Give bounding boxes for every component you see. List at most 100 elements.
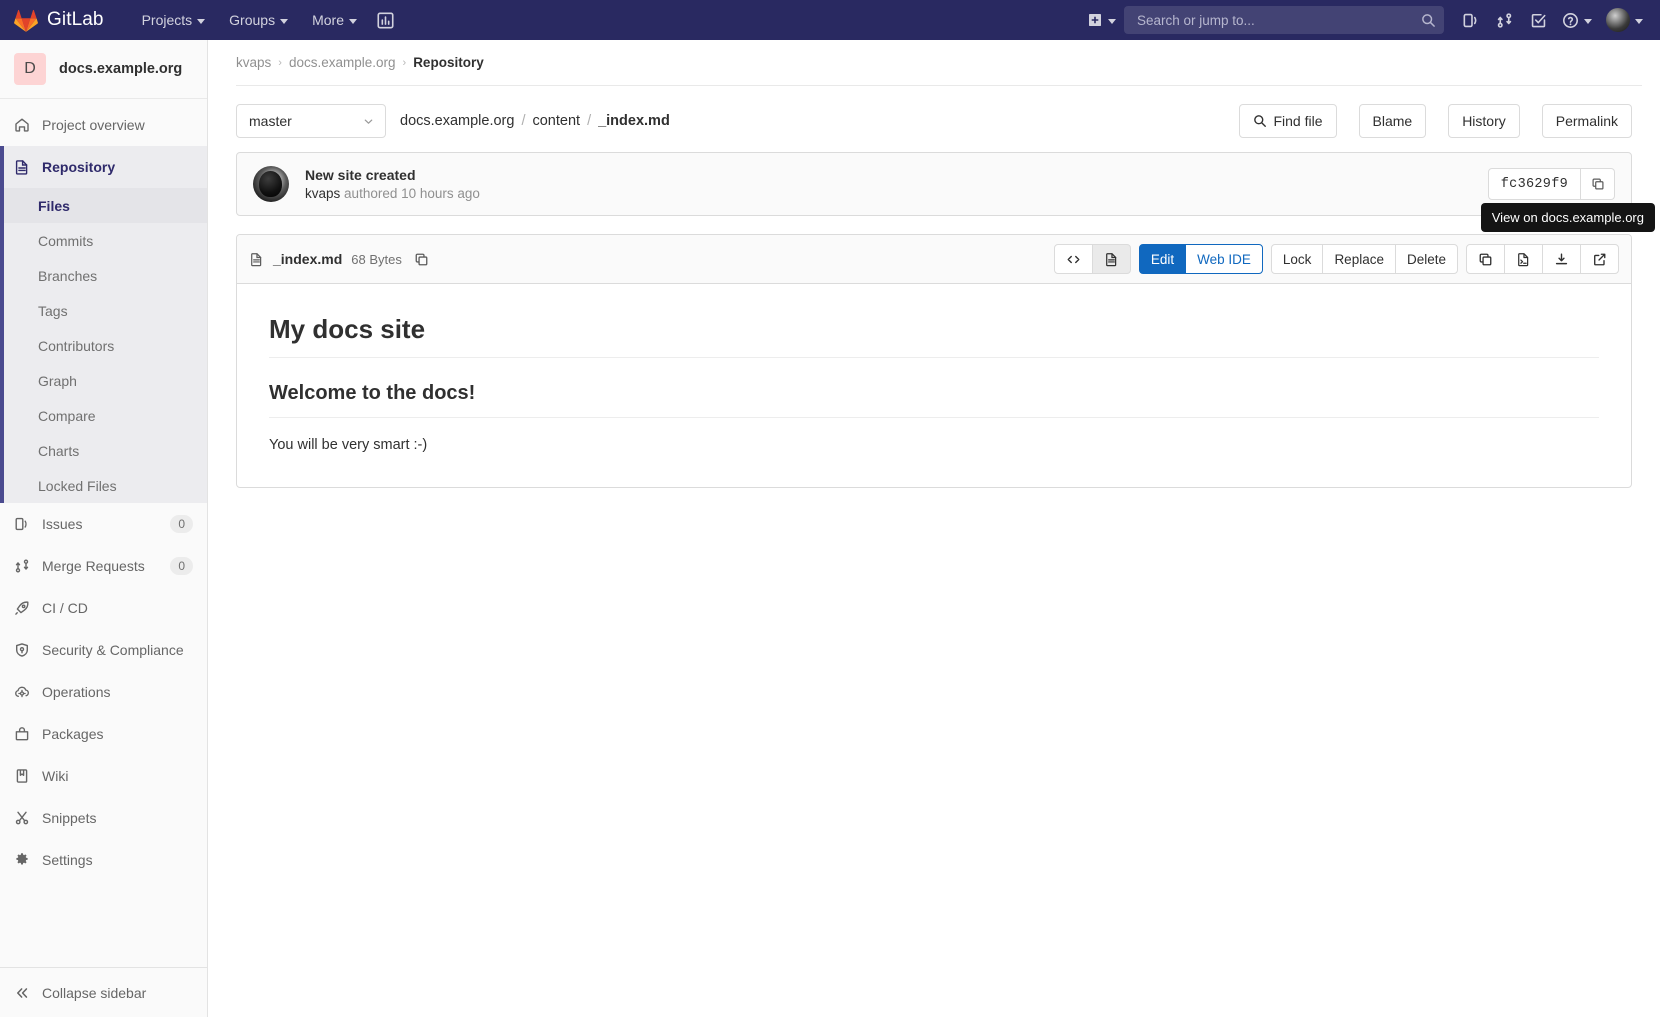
sidebar-item-operations[interactable]: Operations — [0, 671, 207, 713]
open-raw-button[interactable] — [1504, 244, 1543, 274]
chevron-down-icon — [197, 18, 206, 24]
chevron-down-icon — [349, 18, 357, 24]
sidebar-item-security-compliance[interactable]: Security & Compliance — [0, 629, 207, 671]
sidebar-subitem-compare[interactable]: Compare — [0, 398, 207, 433]
rendered-view-toggle[interactable] — [1091, 244, 1131, 274]
sidebar-subitem-charts[interactable]: Charts — [0, 433, 207, 468]
sidebar-subitem-commits[interactable]: Commits — [0, 223, 207, 258]
blame-button[interactable]: Blame — [1358, 104, 1427, 138]
markdown-heading-2: Welcome to the docs! — [269, 380, 1599, 419]
sidebar-subitem-branches[interactable]: Branches — [0, 258, 207, 293]
source-view-toggle[interactable] — [1053, 244, 1093, 274]
replace-button[interactable]: Replace — [1322, 244, 1396, 274]
history-button[interactable]: History — [1448, 104, 1520, 138]
external-link-button[interactable] — [1580, 244, 1619, 274]
chevron-down-icon — [1635, 18, 1643, 24]
user-menu[interactable] — [1600, 4, 1649, 36]
issues-checkbox-icon[interactable] — [1522, 4, 1554, 36]
nav-item-groups[interactable]: Groups — [217, 0, 300, 40]
download-button[interactable] — [1542, 244, 1581, 274]
search-icon — [1421, 13, 1436, 28]
sidebar-item-ci-cd[interactable]: CI / CD — [0, 587, 207, 629]
nav-item-more[interactable]: More — [300, 0, 369, 40]
web-ide-button[interactable]: Web IDE — [1185, 244, 1263, 274]
file-toolbar-row: master docs.example.org / content / _ind… — [236, 86, 1632, 152]
sidebar-item-project-overview[interactable]: Project overview — [0, 104, 207, 146]
raw-file-icon — [1516, 252, 1531, 267]
sidebar-subitem-graph[interactable]: Graph — [0, 363, 207, 398]
breadcrumb-separator: › — [402, 56, 407, 69]
path-part-folder[interactable]: content — [532, 113, 580, 129]
file-path-breadcrumb: docs.example.org / content / _index.md — [400, 113, 670, 129]
sidebar-subitem-files[interactable]: Files — [0, 188, 207, 223]
path-part-file: _index.md — [598, 113, 670, 129]
delete-button[interactable]: Delete — [1394, 244, 1458, 274]
sidebar-item-label: Issues — [42, 516, 83, 532]
sidebar-item-label: Security & Compliance — [42, 642, 184, 658]
primary-nav-links: Projects Groups More — [130, 0, 401, 40]
chevron-down-icon — [280, 18, 289, 24]
sidebar-item-merge-requests[interactable]: Merge Requests 0 — [0, 545, 207, 587]
path-separator: / — [521, 113, 526, 129]
gitlab-logo-link[interactable]: GitLab — [14, 9, 104, 32]
nav-more-label: More — [312, 12, 344, 28]
commit-author[interactable]: kvaps — [305, 186, 340, 201]
copy-sha-button[interactable] — [1581, 168, 1615, 200]
home-icon — [14, 117, 30, 133]
chevron-down-icon — [1584, 18, 1592, 24]
breadcrumb-item-project[interactable]: docs.example.org — [289, 55, 396, 70]
edit-button[interactable]: Edit — [1138, 244, 1187, 274]
sidebar-item-packages[interactable]: Packages — [0, 713, 207, 755]
branch-selector-value: master — [249, 113, 292, 129]
sidebar-item-settings[interactable]: Settings — [0, 839, 207, 881]
collapse-sidebar-button[interactable]: Collapse sidebar — [0, 967, 207, 1017]
sidebar-item-repository[interactable]: Repository — [0, 146, 207, 188]
file-action-toolbar: Edit Web IDE Lock Replace Delete — [1053, 244, 1619, 274]
permalink-button[interactable]: Permalink — [1541, 104, 1632, 138]
sidebar-item-issues[interactable]: Issues 0 — [0, 503, 207, 545]
sidebar-subitem-locked-files[interactable]: Locked Files — [0, 468, 207, 503]
sidebar-subitem-tags[interactable]: Tags — [0, 293, 207, 328]
branch-selector[interactable]: master — [236, 104, 386, 138]
search-icon — [1253, 114, 1267, 128]
nav-item-projects[interactable]: Projects — [130, 0, 218, 40]
sidebar-item-label: Packages — [42, 726, 104, 742]
help-menu[interactable] — [1556, 4, 1598, 36]
scissors-icon — [14, 810, 30, 826]
collapse-sidebar-label: Collapse sidebar — [42, 984, 147, 1001]
sidebar-item-label: Repository — [42, 159, 116, 175]
copy-file-path-button[interactable] — [411, 248, 433, 270]
view-on-site-tooltip: View on docs.example.org — [1480, 203, 1655, 232]
commit-meta: kvaps authored 10 hours ago — [305, 186, 480, 201]
global-search-box[interactable] — [1124, 6, 1444, 34]
lock-button[interactable]: Lock — [1270, 244, 1324, 274]
commit-info: New site created kvaps authored 10 hours… — [305, 167, 480, 201]
sidebar-item-label: Merge Requests — [42, 558, 145, 574]
copy-contents-button[interactable] — [1466, 244, 1505, 274]
sidebar-item-wiki[interactable]: Wiki — [0, 755, 207, 797]
file-size: 68 Bytes — [351, 251, 402, 267]
chart-bar-icon[interactable] — [369, 4, 401, 36]
download-icon — [1554, 252, 1569, 267]
commit-message[interactable]: New site created — [305, 167, 480, 183]
find-file-button[interactable]: Find file — [1239, 104, 1337, 138]
gitlab-brand-text: GitLab — [47, 9, 104, 30]
code-icon — [1066, 252, 1081, 267]
file-icon-button-group — [1466, 244, 1619, 274]
new-item-button[interactable] — [1079, 0, 1124, 40]
sidebar-item-snippets[interactable]: Snippets — [0, 797, 207, 839]
plus-square-icon — [1087, 12, 1103, 28]
search-input[interactable] — [1135, 11, 1421, 29]
merge-requests-icon[interactable] — [1488, 4, 1520, 36]
repository-subnav: Files Commits Branches Tags Contributors… — [0, 188, 207, 503]
sidebar-subitem-contributors[interactable]: Contributors — [0, 328, 207, 363]
commit-authored-text: authored 10 hours ago — [344, 186, 480, 201]
path-part-repo[interactable]: docs.example.org — [400, 113, 514, 129]
markdown-heading-1: My docs site — [269, 312, 1599, 359]
project-sidebar: D docs.example.org Project overview Repo… — [0, 40, 208, 1017]
project-header-link[interactable]: D docs.example.org — [0, 40, 207, 99]
todos-icon[interactable] — [1454, 4, 1486, 36]
breadcrumb-item-group[interactable]: kvaps — [236, 55, 271, 70]
rocket-icon — [14, 600, 30, 616]
avatar — [1606, 8, 1630, 32]
